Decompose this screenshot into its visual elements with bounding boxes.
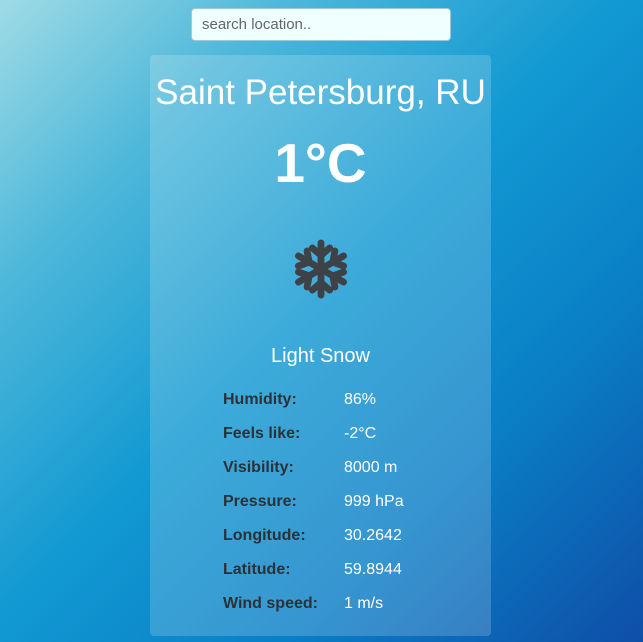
weather-stats: Humidity: 86% Feels like: -2°C Visibilit… xyxy=(223,388,463,626)
stat-value: 1 m/s xyxy=(344,595,384,612)
stat-feels-like: Feels like: -2°C xyxy=(223,422,463,456)
stat-value: -2°C xyxy=(344,425,377,442)
city-name: Saint Petersburg, RU xyxy=(155,73,486,112)
stat-label: Pressure: xyxy=(223,493,297,510)
stat-label: Feels like: xyxy=(223,425,301,442)
stat-label: Longitude: xyxy=(223,527,306,544)
stat-visibility: Visibility: 8000 m xyxy=(223,456,463,490)
stat-value: 59.8944 xyxy=(344,561,402,578)
stat-latitude: Latitude: 59.8944 xyxy=(223,558,463,592)
stat-wind-speed: Wind speed: 1 m/s xyxy=(223,592,463,626)
search-bar xyxy=(191,8,451,41)
stat-value: 86% xyxy=(344,391,377,408)
snowflake-icon xyxy=(294,239,348,299)
stat-label: Latitude: xyxy=(223,561,291,578)
weather-card: Saint Petersburg, RU 1°C Light Snow Humi xyxy=(150,55,491,636)
stat-value: 30.2642 xyxy=(344,527,402,544)
stat-humidity: Humidity: 86% xyxy=(223,388,463,422)
weather-condition: Light Snow xyxy=(271,345,370,367)
stat-label: Visibility: xyxy=(223,459,294,476)
search-input[interactable] xyxy=(191,8,451,41)
stat-value: 999 hPa xyxy=(344,493,404,510)
stat-pressure: Pressure: 999 hPa xyxy=(223,490,463,524)
stat-value: 8000 m xyxy=(344,459,398,476)
stat-label: Humidity: xyxy=(223,391,297,408)
temperature: 1°C xyxy=(274,132,367,194)
stat-label: Wind speed: xyxy=(223,595,318,612)
stat-longitude: Longitude: 30.2642 xyxy=(223,524,463,558)
